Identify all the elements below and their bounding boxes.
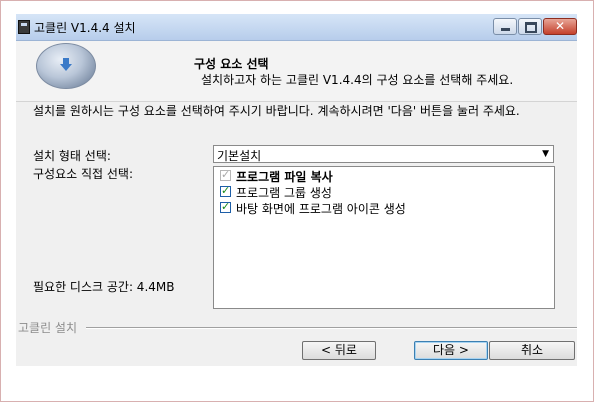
checkbox-program-group[interactable] <box>220 184 231 197</box>
divider <box>86 327 577 329</box>
instructions-text: 설치를 원하시는 구성 요소를 선택하여 주시기 바랍니다. 계속하시려면 '다… <box>33 104 520 118</box>
close-icon[interactable] <box>543 18 577 35</box>
component-label: 프로그램 파일 복사 <box>236 170 333 184</box>
component-item-program-group[interactable]: 프로그램 그룹 생성 <box>220 184 520 200</box>
back-button[interactable]: < 뒤로 <box>302 341 376 360</box>
component-label: 프로그램 그룹 생성 <box>236 186 332 200</box>
dropdown-arrow-icon[interactable]: ▼ <box>542 149 549 159</box>
install-type-value: 기본설치 <box>217 149 262 163</box>
app-icon <box>18 20 30 34</box>
install-type-select[interactable]: 기본설치 ▼ <box>213 145 554 163</box>
page-title: 구성 요소 선택 <box>194 57 269 71</box>
disk-space-label: 필요한 디스크 공간: 4.4MB <box>33 280 175 294</box>
download-arrow-icon <box>60 58 72 71</box>
maximize-icon[interactable] <box>518 18 542 35</box>
install-disc-icon <box>36 43 96 89</box>
installer-window: 고클린 V1.4.4 설치 구성 요소 선택 설치하고자 하는 고클린 V1.4… <box>16 14 577 366</box>
brand-label: 고클린 설치 <box>18 321 78 335</box>
page-subtitle: 설치하고자 하는 고클린 V1.4.4의 구성 요소를 선택해 주세요. <box>201 73 514 87</box>
title-bar[interactable]: 고클린 V1.4.4 설치 <box>16 14 577 41</box>
install-type-label: 설치 형태 선택: <box>33 149 111 163</box>
component-item-desktop-icon[interactable]: 바탕 화면에 프로그램 아이콘 생성 <box>220 200 520 216</box>
component-label: 바탕 화면에 프로그램 아이콘 생성 <box>236 202 406 216</box>
components-label: 구성요소 직접 선택: <box>33 167 133 181</box>
next-button[interactable]: 다음 > <box>414 341 488 360</box>
checkbox-copy-files <box>220 168 231 181</box>
page-header: 구성 요소 선택 설치하고자 하는 고클린 V1.4.4의 구성 요소를 선택해… <box>16 41 577 102</box>
minimize-icon[interactable] <box>493 18 517 35</box>
checkbox-desktop-icon[interactable] <box>220 200 231 213</box>
window-title: 고클린 V1.4.4 설치 <box>34 21 136 35</box>
cancel-button[interactable]: 취소 <box>489 341 575 360</box>
components-list: 프로그램 파일 복사 프로그램 그룹 생성 바탕 화면에 프로그램 아이콘 생성 <box>213 166 555 309</box>
component-item-copy-files: 프로그램 파일 복사 <box>220 168 520 184</box>
